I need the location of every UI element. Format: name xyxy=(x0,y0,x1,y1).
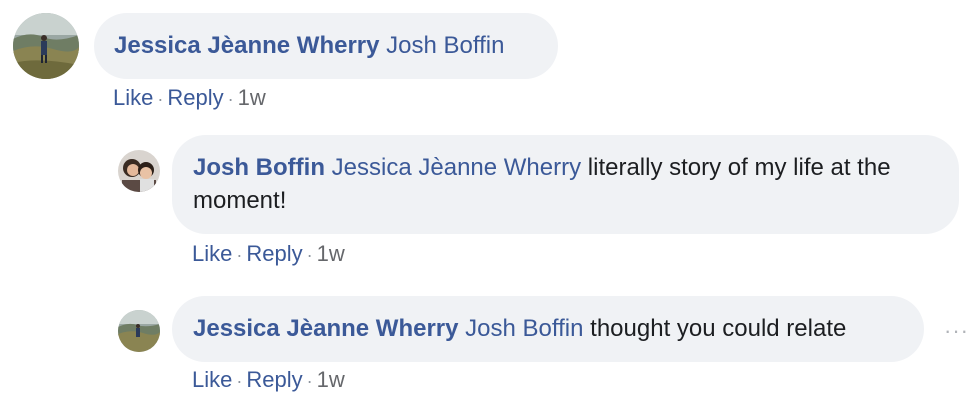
reply-button[interactable]: Reply xyxy=(246,367,302,392)
avatar-landscape-image xyxy=(13,13,79,79)
comment-actions: Like · Reply · 1w xyxy=(113,85,266,111)
comment-bubble: Jessica Jèanne Wherry Josh Boffin though… xyxy=(172,296,924,362)
avatar-landscape-image xyxy=(118,310,160,352)
avatar-jessica[interactable] xyxy=(13,13,79,79)
comment-actions: Like · Reply · 1w xyxy=(192,367,345,393)
comment-timestamp[interactable]: 1w xyxy=(317,241,345,266)
like-button[interactable]: Like xyxy=(192,367,232,392)
like-button[interactable]: Like xyxy=(113,85,153,110)
avatar-josh[interactable] xyxy=(118,150,160,192)
more-options-icon[interactable]: ··· xyxy=(944,318,969,344)
comment-author[interactable]: Jessica Jèanne Wherry xyxy=(114,32,380,59)
comment-mention[interactable]: Jessica Jèanne Wherry xyxy=(332,154,581,181)
comment-mention[interactable]: Josh Boffin xyxy=(465,315,583,342)
separator: · xyxy=(306,245,313,265)
comment-author[interactable]: Josh Boffin xyxy=(193,154,325,181)
comment-1: Jessica Jèanne Wherry Josh Boffin Like · R… xyxy=(0,0,980,120)
comment-mention[interactable]: Josh Boffin xyxy=(386,32,504,59)
separator: · xyxy=(157,89,164,109)
separator: · xyxy=(306,371,313,391)
avatar-jessica[interactable] xyxy=(118,310,160,352)
reply-button[interactable]: Reply xyxy=(246,241,302,266)
comment-bubble: Jessica Jèanne Wherry Josh Boffin xyxy=(94,13,558,79)
comment-timestamp[interactable]: 1w xyxy=(317,367,345,392)
like-button[interactable]: Like xyxy=(192,241,232,266)
comment-2: Josh Boffin Jessica Jèanne Wherry litera… xyxy=(0,120,980,280)
comment-3: Jessica Jèanne Wherry Josh Boffin though… xyxy=(0,280,980,405)
comment-timestamp[interactable]: 1w xyxy=(238,85,266,110)
separator: · xyxy=(236,371,243,391)
separator: · xyxy=(236,245,243,265)
comment-bubble: Josh Boffin Jessica Jèanne Wherry litera… xyxy=(172,135,959,234)
reply-button[interactable]: Reply xyxy=(167,85,223,110)
comment-author[interactable]: Jessica Jèanne Wherry xyxy=(193,315,459,342)
avatar-portrait-image xyxy=(118,150,160,192)
comment-actions: Like · Reply · 1w xyxy=(192,241,345,267)
comment-text: thought you could relate xyxy=(590,315,847,342)
separator: · xyxy=(227,89,234,109)
